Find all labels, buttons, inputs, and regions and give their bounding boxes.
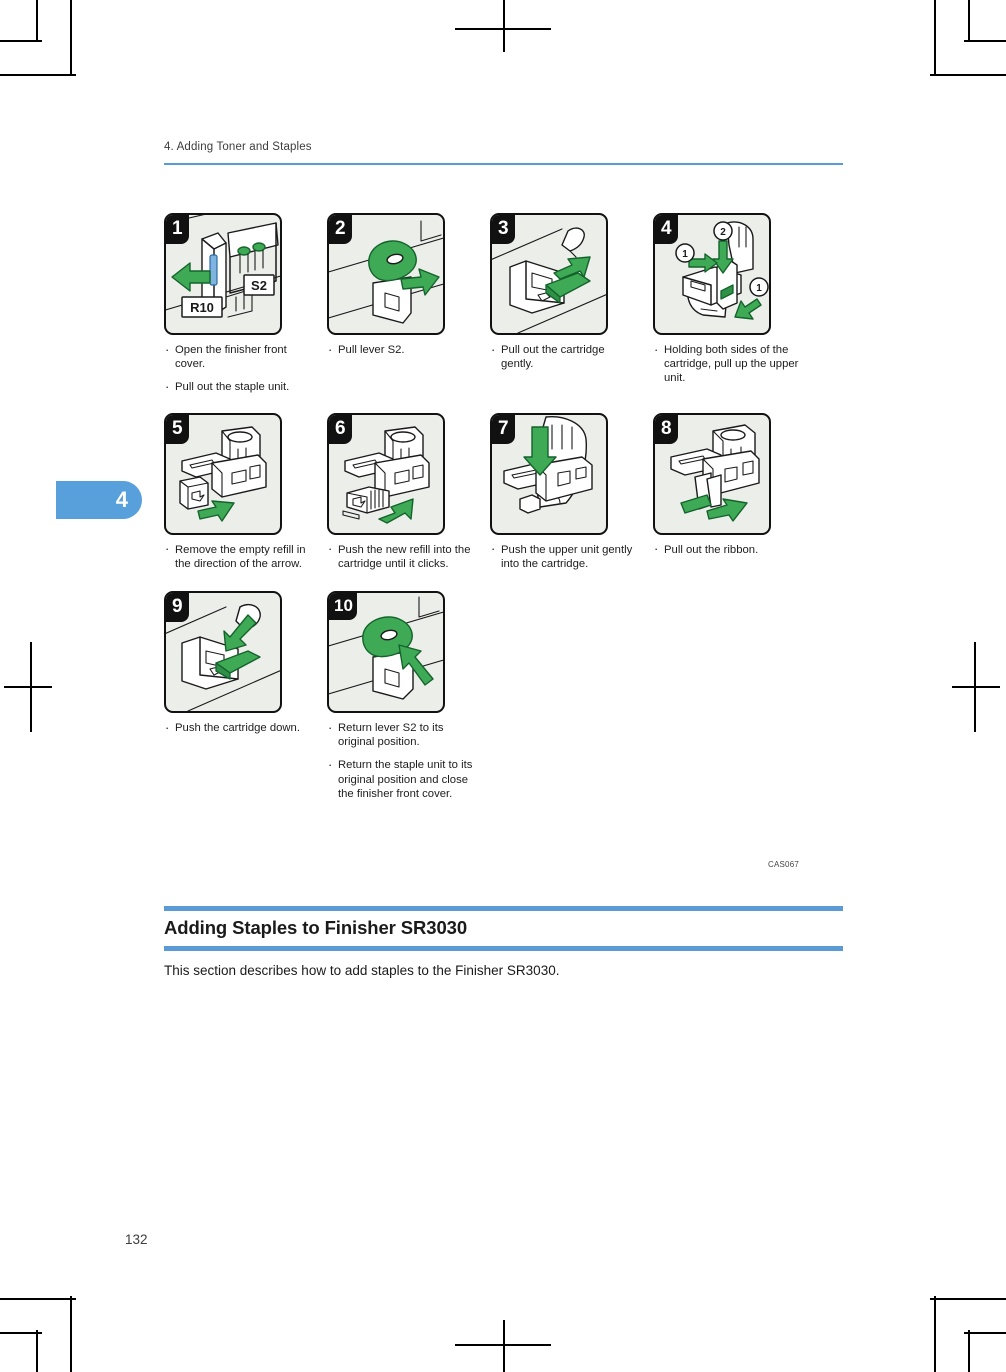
step-cell-10: 10 Return lever S2 to its original posit… [327,591,490,810]
step-number-badge-6: 6 [329,414,352,444]
step-image-5: 5 [164,412,282,535]
step-number-badge-10: 10 [329,593,357,621]
step-image-6: 6 [327,412,445,535]
caption-item: Push the upper unit gently into the cart… [490,542,640,571]
step-cell-empty [490,591,653,810]
step-row: 9 Push the cartridge down. [164,591,850,810]
step-row: 1 R10 S2 · Open the finisher front cover… [164,213,850,404]
step-captions-7: Push the upper unit gently into the cart… [490,542,640,571]
step-image-4: 4 1 2 1 [653,213,771,335]
caption-item: Pull out the staple unit. [164,380,314,394]
step-cell-1: 1 R10 S2 · Open the finisher front cover… [164,213,327,404]
crop-mark-top-right-h [930,74,1006,76]
caption-item: Pull out the ribbon. [653,542,803,557]
step-number-badge-5: 5 [166,414,189,444]
step-number-badge-2: 2 [329,215,352,244]
registration-mark-left-h [4,686,52,688]
step-image-8: 8 [653,412,771,535]
step-row: 5 · Remove the empty refill in the direc… [164,412,850,580]
step-cell-7: 7 · Push the upper unit gently into the … [490,412,653,580]
step-captions-5: Remove the empty refill in the direction… [164,542,314,571]
step-captions-3: Pull out the cartridge gently. [490,342,640,371]
section-body-text: This section describes how to add staple… [164,963,560,978]
crop-mark-bottom-left-h2 [0,1332,42,1334]
crop-mark-bottom-left-v2 [36,1330,38,1372]
step-captions-8: Pull out the ribbon. [653,542,803,557]
caption-item: Push the new refill into the cartridge u… [327,542,477,571]
step-cell-8: 8 · Pull out the ribbon. [653,412,816,580]
step-cell-4: 4 1 2 1 · Holding both sides of the cart… [653,213,816,404]
step-cell-2: 2 Pull lever S2. [327,213,490,404]
crop-mark-bottom-right-v2 [968,1330,970,1372]
step-number-badge-3: 3 [492,215,515,244]
step-cell-5: 5 · Remove the empty refill in the direc… [164,412,327,580]
section-rule-bottom [164,946,843,951]
crop-mark-top-left-h [0,74,76,76]
caption-item: Pull lever S2. [327,342,477,357]
crop-mark-bottom-right-h [930,1298,1006,1300]
step-number-badge-4: 4 [655,215,678,244]
caption-item: Pull out the cartridge gently. [490,342,640,371]
crop-mark-bottom-left-h [0,1298,76,1300]
page-number: 132 [125,1232,148,1247]
header-rule [164,163,843,166]
registration-mark-bottom-v [503,1320,505,1372]
section-heading: Adding Staples to Finisher SR3030 [164,917,468,938]
step-cell-6: 6 · Push the new refill into the cartrid… [327,412,490,580]
step-number-badge-8: 8 [655,414,678,444]
registration-mark-top-h [455,28,551,30]
step-image-2: 2 [327,213,445,335]
step-image-7: 7 [490,412,608,535]
step-captions-9: Push the cartridge down. [164,721,314,735]
step-captions-2: Pull lever S2. [327,342,477,357]
chapter-tab-number: 4 [115,487,128,512]
step-captions-6: Push the new refill into the cartridge u… [327,542,477,571]
step-captions-4: Holding both sides of the cartridge, pul… [653,343,803,386]
image-label-s2: S2 [251,278,267,293]
registration-mark-top-v [503,0,505,52]
crop-mark-bottom-left-v [70,1296,72,1372]
step-cell-3: 3 Pull out the ca [490,213,653,404]
caption-item: Return lever S2 to its original position… [327,721,477,749]
registration-mark-right-h [952,686,1000,688]
caption-item: Remove the empty refill in the direction… [164,542,314,571]
crop-mark-bottom-right-v [934,1296,936,1372]
caption-item: Push the cartridge down. [164,721,314,735]
chapter-tab: 4 [56,481,142,519]
section-block: Adding Staples to Finisher SR3030 [164,906,843,951]
caption-item: Holding both sides of the cartridge, pul… [653,343,803,386]
crop-mark-top-right-h2 [964,40,1006,42]
step-cell-9: 9 Push the cartridge down. [164,591,327,810]
image-label-circle-1: 1 [682,249,688,260]
running-head: 4. Adding Toner and Staples [164,141,312,153]
step-image-9: 9 [164,591,282,714]
image-label-r10: R10 [190,300,214,315]
crop-mark-top-right-v2 [968,0,970,42]
step-captions-10: Return lever S2 to its original position… [327,721,477,801]
step-captions-1: Open the finisher front cover. Pull out … [164,342,314,395]
step-image-3: 3 [490,213,608,335]
step-cell-empty [653,591,816,810]
crop-mark-top-left-v2 [36,0,38,42]
image-label-circle-3: 1 [756,283,762,294]
figure-code: CAS067 [768,860,799,869]
step-image-10: 10 [327,591,445,714]
step-image-1: 1 R10 S2 [164,213,282,335]
step-number-badge-1: 1 [166,215,189,244]
step-number-badge-7: 7 [492,414,515,444]
caption-item: Return the staple unit to its original p… [327,758,477,801]
crop-mark-top-right-v [934,0,936,76]
caption-item: Open the finisher front cover. [164,342,314,371]
image-label-circle-2: 2 [720,227,726,238]
crop-mark-top-left-v [70,0,72,76]
step-number-badge-9: 9 [166,593,189,623]
crop-mark-bottom-right-h2 [964,1332,1006,1334]
crop-mark-top-left-h2 [0,40,42,42]
step-illustration-grid: 1 R10 S2 · Open the finisher front cover… [164,213,850,810]
registration-mark-bottom-h [455,1344,551,1346]
